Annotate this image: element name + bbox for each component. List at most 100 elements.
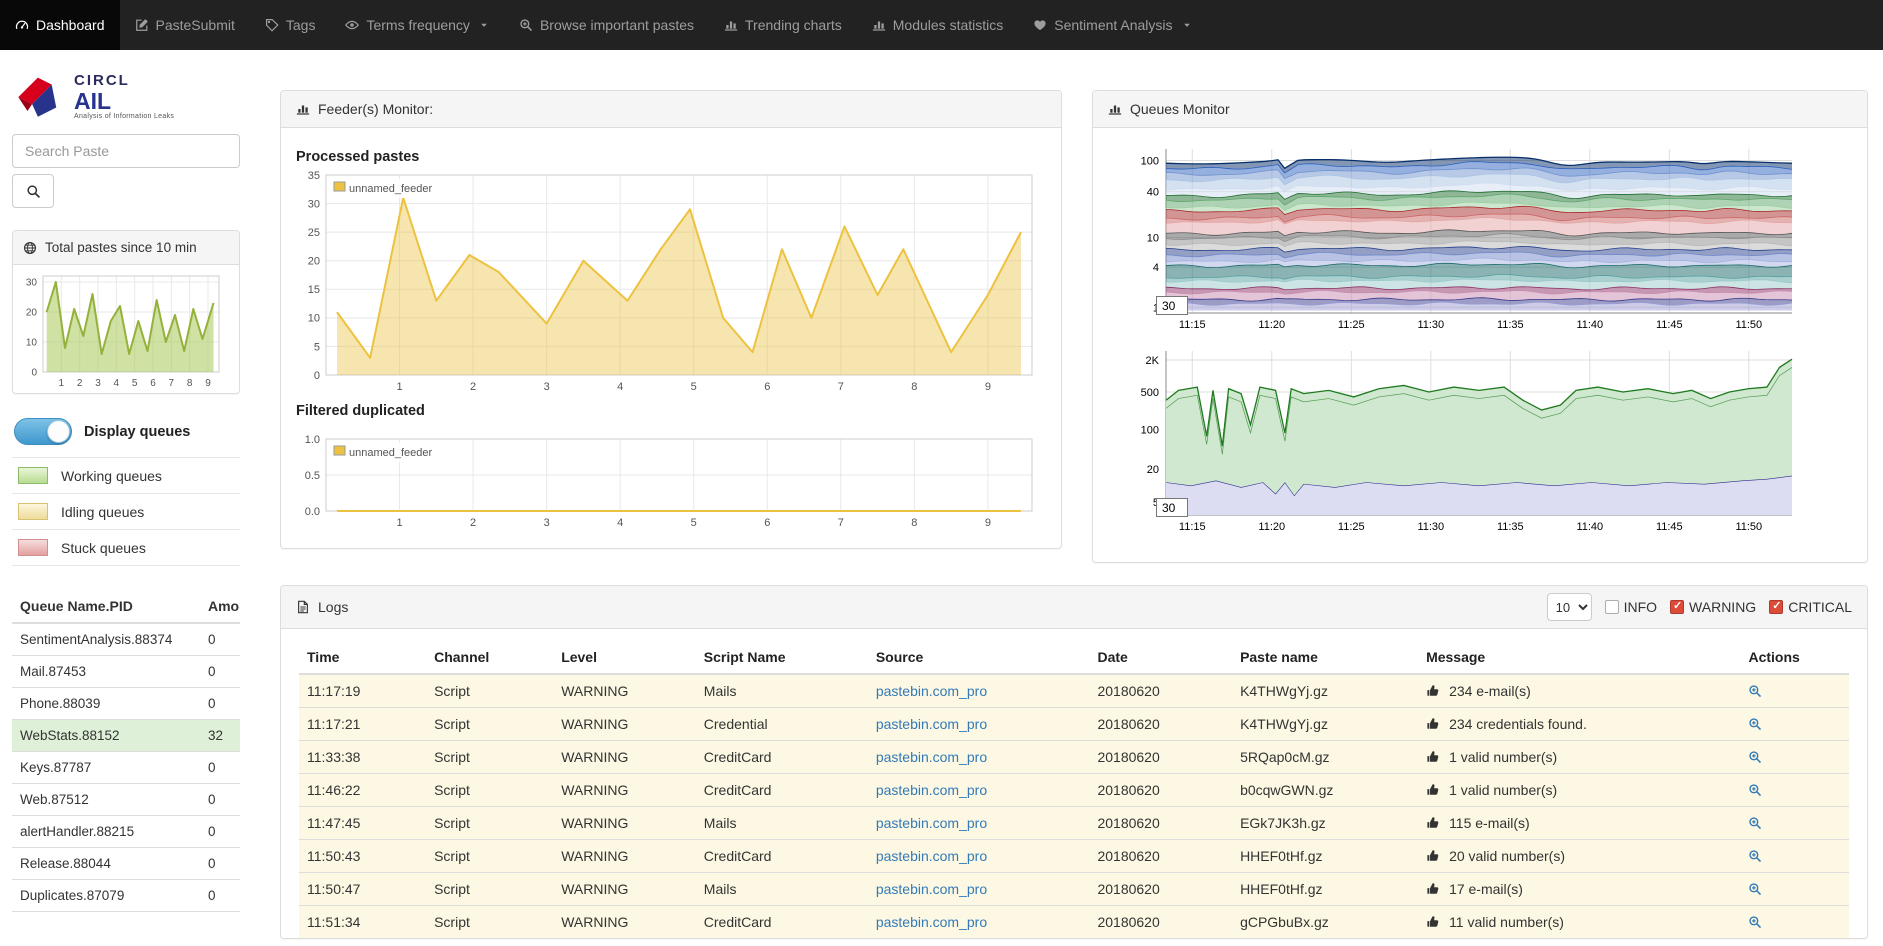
nav-item-dashboard[interactable]: Dashboard [0, 0, 120, 50]
tachometer-icon [15, 18, 29, 32]
display-queues-toggle[interactable] [14, 418, 72, 445]
log-row: 11:50:43ScriptWARNINGCreditCardpastebin.… [299, 840, 1849, 873]
queue-amount-cell: 0 [200, 623, 240, 656]
legend-swatch [18, 503, 48, 520]
globe-icon [23, 241, 37, 255]
log-paste-cell: HHEF0tHf.gz [1232, 840, 1418, 873]
queue-name-cell: Keys.87787 [12, 752, 200, 784]
log-channel-cell: Script [426, 807, 553, 840]
log-date-cell: 20180620 [1089, 840, 1232, 873]
search-plus-icon [1748, 717, 1762, 731]
queues-monitor-chart-top[interactable]: 10040104111:1511:2011:2511:3011:3511:401… [1108, 143, 1808, 335]
nav-item-tags[interactable]: Tags [250, 0, 331, 50]
nav-item-browse-important-pastes[interactable]: Browse important pastes [504, 0, 709, 50]
show-paste-button[interactable] [1748, 716, 1762, 732]
log-actions-cell [1740, 873, 1849, 906]
log-actions-cell [1740, 741, 1849, 774]
svg-text:100: 100 [1141, 155, 1159, 167]
logs-title: Logs [318, 599, 348, 615]
svg-text:0.5: 0.5 [305, 470, 320, 482]
log-source-cell: pastebin.com_pro [868, 774, 1090, 807]
show-paste-button[interactable] [1748, 881, 1762, 897]
search-button[interactable] [12, 174, 54, 208]
checkbox-warning[interactable] [1670, 600, 1684, 614]
total-pastes-panel-heading: Total pastes since 10 min [13, 231, 239, 265]
svg-text:11:45: 11:45 [1656, 319, 1683, 331]
source-link[interactable]: pastebin.com_pro [876, 749, 987, 765]
queue-name-cell: SentimentAnalysis.88374 [12, 623, 200, 656]
checkbox-info[interactable] [1605, 600, 1619, 614]
source-link[interactable]: pastebin.com_pro [876, 782, 987, 798]
nav-item-modules-statistics[interactable]: Modules statistics [857, 0, 1018, 50]
show-paste-button[interactable] [1748, 914, 1762, 930]
nav-item-trending-charts[interactable]: Trending charts [709, 0, 857, 50]
filter-critical[interactable]: CRITICAL [1769, 599, 1852, 615]
legend-swatch [18, 467, 48, 484]
svg-text:25: 25 [308, 227, 320, 239]
queue-table-header-name: Queue Name.PID [12, 590, 200, 623]
source-link[interactable]: pastebin.com_pro [876, 683, 987, 699]
log-source-cell: pastebin.com_pro [868, 807, 1090, 840]
log-date-cell: 20180620 [1089, 807, 1232, 840]
logs-header-time: Time [299, 641, 426, 674]
nav-item-sentiment-analysis[interactable]: Sentiment Analysis [1018, 0, 1206, 50]
legend-swatch [18, 539, 48, 556]
circl-ail-logo[interactable]: CIRCL AIL Analysis of Information Leaks [12, 72, 240, 120]
dygraph-roll-input[interactable] [1156, 498, 1188, 517]
svg-text:9: 9 [985, 381, 991, 393]
log-date-cell: 20180620 [1089, 873, 1232, 906]
search-input[interactable] [12, 134, 240, 168]
queues-monitor-chart-bottom[interactable]: 2K50010020511:1511:2011:2511:3011:3511:4… [1108, 345, 1808, 537]
nav-item-label: Trending charts [745, 17, 842, 33]
show-paste-button[interactable] [1748, 782, 1762, 798]
svg-text:7: 7 [169, 378, 175, 389]
log-channel-cell: Script [426, 774, 553, 807]
svg-text:0: 0 [314, 370, 320, 382]
svg-text:20: 20 [308, 256, 320, 268]
nav-item-pastesubmit[interactable]: PasteSubmit [120, 0, 250, 50]
svg-text:10: 10 [26, 338, 38, 349]
log-row: 11:47:45ScriptWARNINGMailspastebin.com_p… [299, 807, 1849, 840]
eye-icon [345, 18, 359, 32]
filter-label: WARNING [1689, 599, 1756, 615]
nav-item-label: Browse important pastes [540, 17, 694, 33]
log-time-cell: 11:17:21 [299, 708, 426, 741]
source-link[interactable]: pastebin.com_pro [876, 716, 987, 732]
log-level-filters: INFO WARNING CRITICAL [1605, 599, 1852, 615]
nav-item-terms-frequency[interactable]: Terms frequency [330, 0, 503, 50]
logs-header-message: Message [1418, 641, 1740, 674]
svg-text:3: 3 [544, 381, 550, 393]
queue-table-wrap: Queue Name.PID Amount SentimentAnalysis.… [12, 590, 240, 912]
log-message-text: 17 e-mail(s) [1449, 881, 1523, 897]
svg-text:11:50: 11:50 [1735, 521, 1762, 533]
svg-text:5: 5 [132, 378, 138, 389]
log-row: 11:50:47ScriptWARNINGMailspastebin.com_p… [299, 873, 1849, 906]
source-link[interactable]: pastebin.com_pro [876, 848, 987, 864]
filter-warning[interactable]: WARNING [1670, 599, 1756, 615]
tag-icon [265, 18, 279, 32]
svg-text:11:15: 11:15 [1179, 319, 1206, 331]
show-paste-button[interactable] [1748, 848, 1762, 864]
show-paste-button[interactable] [1748, 683, 1762, 699]
source-link[interactable]: pastebin.com_pro [876, 815, 987, 831]
queue-amount-cell: 32 [200, 720, 240, 752]
show-paste-button[interactable] [1748, 815, 1762, 831]
dygraph-roll-input[interactable] [1156, 296, 1188, 315]
page-size-select[interactable]: 10 [1547, 593, 1592, 621]
filtered-duplicated-title: Filtered duplicated [296, 403, 1046, 419]
legend-label: Working queues [61, 468, 162, 484]
svg-text:0: 0 [31, 368, 37, 379]
logs-header-actions: Actions [1740, 641, 1849, 674]
svg-text:11:40: 11:40 [1576, 521, 1603, 533]
show-paste-button[interactable] [1748, 749, 1762, 765]
filter-info[interactable]: INFO [1605, 599, 1657, 615]
queue-row: Keys.877870 [12, 752, 240, 784]
log-level-cell: WARNING [553, 840, 696, 873]
thumbs-up-icon [1426, 684, 1440, 698]
checkbox-critical[interactable] [1769, 600, 1783, 614]
source-link[interactable]: pastebin.com_pro [876, 914, 987, 930]
log-level-cell: WARNING [553, 741, 696, 774]
log-script-cell: CreditCard [696, 840, 868, 873]
log-row: 11:51:34ScriptWARNINGCreditCardpastebin.… [299, 906, 1849, 939]
source-link[interactable]: pastebin.com_pro [876, 881, 987, 897]
